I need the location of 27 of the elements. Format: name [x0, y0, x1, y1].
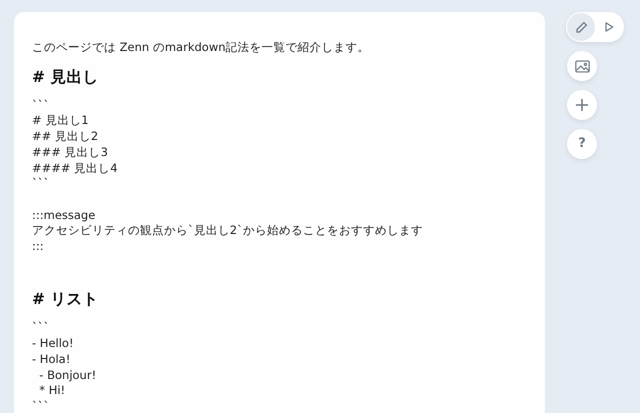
text-line: #### 見出し4 — [32, 160, 118, 175]
text-line: このページでは Zenn のmarkdown記法を一覧で紹介します。 — [32, 40, 370, 54]
text-line: ``` — [32, 176, 50, 190]
pencil-icon — [574, 20, 588, 34]
heading-line: # リスト — [32, 289, 98, 310]
text-line: - Hello! — [32, 336, 74, 350]
editor-panel[interactable]: このページでは Zenn のmarkdown記法を一覧で紹介します。 # 見出し ``` # 見出し1 ## 見出し2 ### 見出し3 #### 見出し4 ``` :::message アクセシビリティの観点から`見出し2`から始めることをおすすめします ::: # リスト ``` - Hello! - Hola! - Bonjour! * Hi! ``` — [14, 12, 545, 413]
text-line: ### 見出し3 — [32, 144, 108, 159]
text-line: # 見出し1 — [32, 113, 89, 128]
text-line: ``` — [32, 398, 50, 413]
image-icon — [574, 60, 590, 72]
text-line: ``` — [32, 320, 50, 334]
image-button[interactable] — [567, 51, 597, 81]
text-line: アクセシビリティの観点から`見出し2`から始めることをおすすめします — [32, 223, 423, 238]
text-line: - Bonjour! — [38, 368, 96, 382]
text-line: ``` — [32, 98, 50, 112]
text-line: - Hola! — [32, 352, 70, 366]
play-icon — [603, 21, 615, 33]
text-line: ## 見出し2 — [32, 129, 98, 144]
add-button[interactable] — [567, 90, 597, 120]
help-button[interactable]: ? — [567, 129, 597, 159]
heading-line: # 見出し — [32, 66, 98, 87]
text-line: ::: — [32, 239, 44, 254]
edit-mode-button[interactable] — [567, 13, 595, 41]
text-line: * Hi! — [38, 383, 66, 398]
plus-icon — [576, 99, 588, 111]
text-line: :::message — [32, 208, 96, 222]
